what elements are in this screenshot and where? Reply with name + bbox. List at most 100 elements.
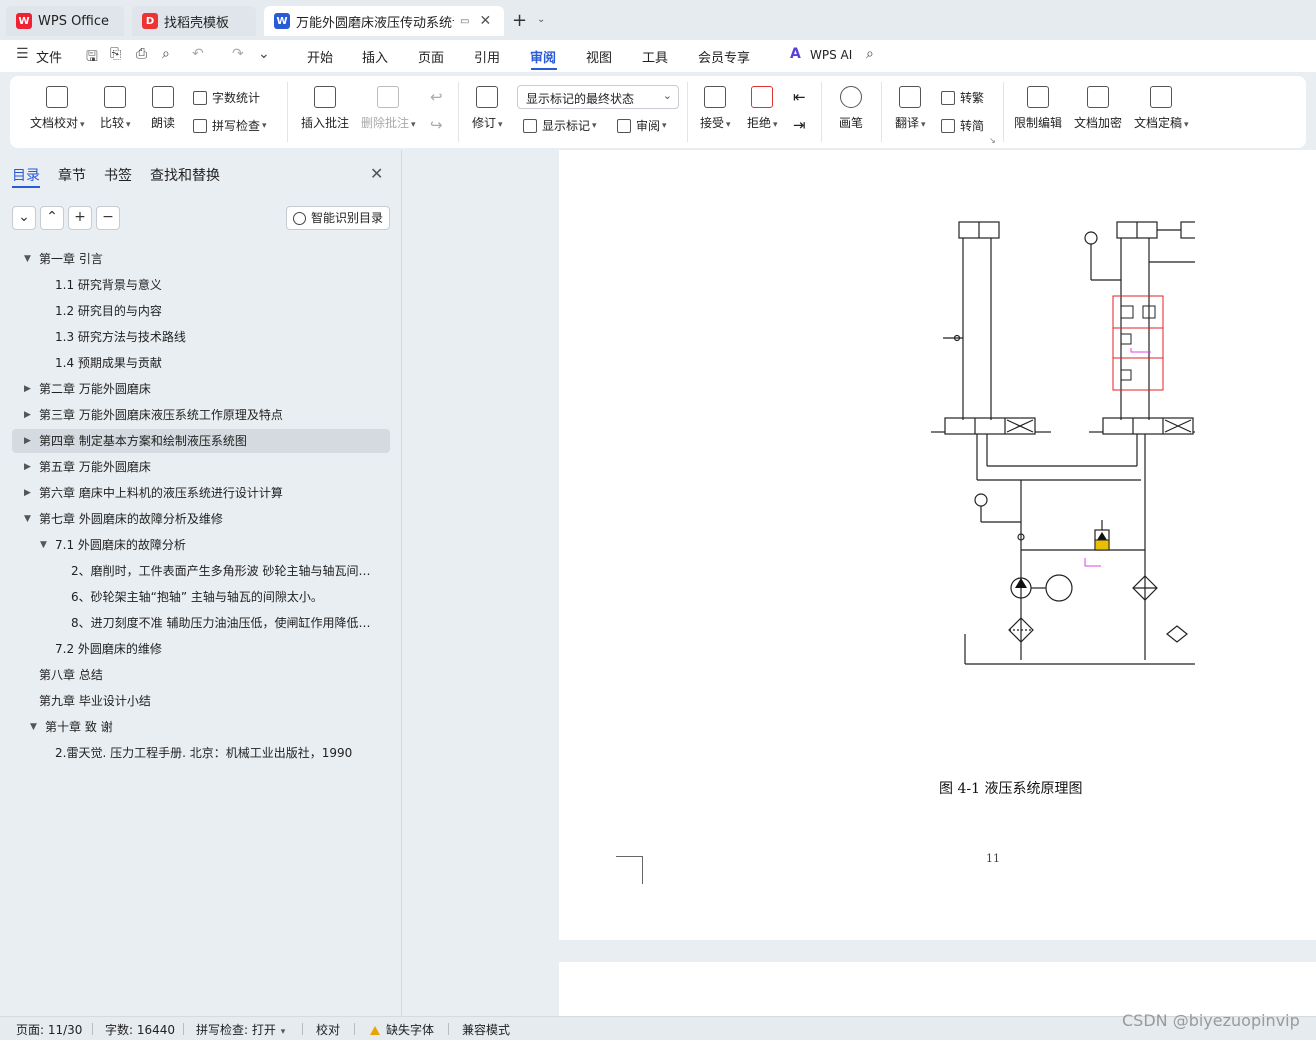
screen-icon[interactable]: ▭ (460, 16, 469, 27)
collapsed-arrow-icon[interactable]: ▶ (24, 455, 31, 479)
export-icon[interactable]: ⎘ (110, 46, 121, 62)
collapsed-arrow-icon[interactable]: ▶ (24, 429, 31, 453)
collapsed-arrow-icon[interactable]: ▶ (24, 403, 31, 427)
tab-find-replace[interactable]: 查找和替换 (150, 165, 220, 185)
document-page[interactable]: 图 4-1 液压系统原理图 11 (559, 150, 1316, 940)
toc-item[interactable]: 7.2 外圆磨床的维修 (12, 637, 390, 661)
toc-item[interactable]: ▼ 第七章 外圆磨床的故障分析及维修 (12, 507, 390, 531)
collapse-up-button[interactable]: ⌃ (40, 206, 64, 230)
toc-item[interactable]: 2、磨削时，工件表面产生多角形波 砂轮主轴与轴瓦间的间隙过大 (12, 559, 390, 583)
prev-change-icon[interactable]: ⇤ (793, 88, 806, 106)
toc-item[interactable]: ▶ 第四章 制定基本方案和绘制液压系统图 (12, 429, 390, 453)
print-icon[interactable]: ⎙ (136, 46, 147, 62)
menu-reference[interactable]: 引用 (474, 47, 500, 66)
tab-bookmarks[interactable]: 书签 (104, 165, 132, 185)
document-area[interactable]: 图 4-1 液压系统原理图 11 (403, 150, 1316, 1022)
word-count-button[interactable]: 字数统计 (193, 89, 260, 106)
proofread-indicator[interactable]: 校对 (316, 1021, 340, 1038)
menu-review[interactable]: 审阅 (530, 47, 556, 66)
word-count-indicator[interactable]: 字数: 16440 (105, 1021, 175, 1038)
redo-icon[interactable]: ↷ (232, 46, 244, 62)
menu-view[interactable]: 视图 (586, 47, 612, 66)
search-icon[interactable]: ⌕ (866, 46, 874, 62)
toc-item[interactable]: ▼ 第一章 引言 (12, 247, 390, 271)
delete-comment-button[interactable]: 删除批注 ▾ (361, 86, 416, 131)
menu-wps-ai[interactable]: WPS AI (810, 48, 852, 62)
compare-button[interactable]: 比较 ▾ (100, 86, 131, 131)
smart-toc-button[interactable]: 智能识别目录 (286, 206, 390, 230)
review-pane-button[interactable]: 审阅 ▾ (617, 117, 667, 134)
more-icon[interactable]: ⌄ (258, 46, 270, 62)
to-simplified-button[interactable]: 转简 (941, 117, 984, 134)
lock-document-icon (1027, 86, 1049, 108)
collapsed-arrow-icon[interactable]: ▶ (24, 481, 31, 505)
toc-item[interactable]: ▶ 第六章 磨床中上料机的液压系统进行设计计算 (12, 481, 390, 505)
collapsed-arrow-icon[interactable]: ▶ (24, 377, 31, 401)
menu-file[interactable]: 文件 (36, 47, 62, 66)
expanded-arrow-icon[interactable]: ▼ (30, 715, 37, 739)
prev-comment-icon[interactable]: ↩ (430, 88, 443, 106)
toc-item[interactable]: 1.1 研究背景与意义 (12, 273, 390, 297)
toc-item[interactable]: 1.3 研究方法与技术路线 (12, 325, 390, 349)
toc-item[interactable]: 1.2 研究目的与内容 (12, 299, 390, 323)
remove-heading-button[interactable]: − (96, 206, 120, 230)
print-preview-icon[interactable]: ⌕ (162, 46, 170, 62)
expand-down-button[interactable]: ⌄ (12, 206, 36, 230)
tab-wps-office[interactable]: W WPS Office (6, 6, 124, 36)
undo-icon[interactable]: ↶ (192, 46, 204, 62)
page-indicator[interactable]: 页面: 11/30 (16, 1021, 82, 1038)
to-traditional-label: 转繁 (960, 91, 985, 105)
missing-font-indicator[interactable]: 缺失字体 (370, 1021, 434, 1038)
tab-chapters[interactable]: 章节 (58, 165, 86, 185)
tab-document[interactable]: W 万能外圆磨床液压传动系统设计 ▭ ✕ (264, 6, 504, 36)
reject-button[interactable]: 拒绝 ▾ (747, 86, 778, 131)
translate-button[interactable]: 翻译 ▾ (895, 86, 926, 131)
expanded-arrow-icon[interactable]: ▼ (40, 533, 47, 557)
chevron-down-icon[interactable]: ⌄ (537, 14, 545, 25)
menu-icon[interactable]: ☰ (16, 46, 29, 62)
spell-check-indicator[interactable]: 拼写检查: 打开 ▾ (196, 1021, 285, 1038)
toc-item[interactable]: ▶ 第三章 万能外圆磨床液压系统工作原理及特点 (12, 403, 390, 427)
toc-item[interactable]: 8、进刀刻度不准 辅助压力油油压低，使闸缸作用降低而产生误差 (12, 611, 390, 635)
finalize-button[interactable]: 文档定稿 ▾ (1134, 86, 1189, 131)
close-icon[interactable]: ✕ (370, 164, 383, 183)
toc-item[interactable]: 第九章 毕业设计小结 (12, 689, 390, 713)
toc-item[interactable]: 第八章 总结 (12, 663, 390, 687)
read-aloud-button[interactable]: 朗读 (151, 86, 175, 131)
insert-comment-button[interactable]: 插入批注 (301, 86, 349, 131)
accept-button[interactable]: 接受 ▾ (700, 86, 731, 131)
toc-item[interactable]: 2.雷天觉. 压力工程手册. 北京：机械工业出版社，1990 (12, 741, 390, 765)
wps-ai-icon[interactable]: A (790, 46, 801, 62)
tab-toc[interactable]: 目录 (12, 165, 40, 185)
track-changes-button[interactable]: 修订 ▾ (472, 86, 503, 131)
menu-insert[interactable]: 插入 (362, 47, 388, 66)
toc-item[interactable]: 6、砂轮架主轴“抱轴” 主轴与轴瓦的间隙太小。 (12, 585, 390, 609)
spell-check-button[interactable]: 拼写检查 ▾ (193, 117, 267, 134)
tab-docer[interactable]: D 找稻壳模板 (132, 6, 256, 36)
menu-page[interactable]: 页面 (418, 47, 444, 66)
menu-home[interactable]: 开始 (307, 47, 333, 66)
doc-check-button[interactable]: 文档校对 ▾ (30, 86, 85, 131)
expand-group-icon[interactable]: ↘ (989, 136, 996, 145)
expanded-arrow-icon[interactable]: ▼ (24, 247, 31, 271)
add-heading-button[interactable]: + (68, 206, 92, 230)
markup-state-select[interactable]: 显示标记的最终状态 ⌄ (517, 85, 679, 109)
next-comment-icon[interactable]: ↪ (430, 116, 443, 134)
close-tab-icon[interactable]: ✕ (479, 13, 491, 29)
toc-item[interactable]: 1.4 预期成果与贡献 (12, 351, 390, 375)
menu-tools[interactable]: 工具 (642, 47, 668, 66)
toc-item[interactable]: ▶ 第五章 万能外圆磨床 (12, 455, 390, 479)
expanded-arrow-icon[interactable]: ▼ (24, 507, 31, 531)
pen-button[interactable]: 画笔 (839, 86, 863, 131)
new-tab-icon[interactable]: + (512, 10, 527, 31)
next-change-icon[interactable]: ⇥ (793, 116, 806, 134)
encrypt-button[interactable]: 文档加密 (1074, 86, 1122, 131)
save-icon[interactable]: 🖫 (86, 46, 98, 70)
to-traditional-button[interactable]: 转繁 (941, 89, 984, 106)
restrict-edit-button[interactable]: 限制编辑 (1014, 86, 1062, 131)
toc-item[interactable]: ▼ 第十章 致 谢 (12, 715, 390, 739)
menu-member[interactable]: 会员专享 (698, 47, 750, 66)
show-markup-button[interactable]: 显示标记 ▾ (523, 117, 597, 134)
toc-item[interactable]: ▶ 第二章 万能外圆磨床 (12, 377, 390, 401)
toc-item[interactable]: ▼ 7.1 外圆磨床的故障分析 (12, 533, 390, 557)
